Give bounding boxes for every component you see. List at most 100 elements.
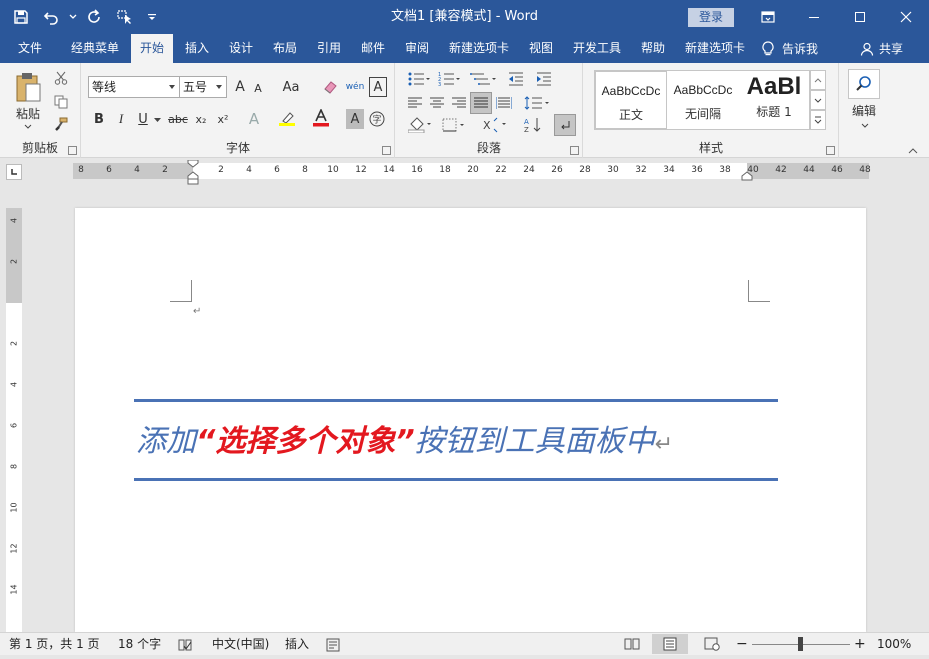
tab-insert[interactable]: 插入 [179, 34, 215, 63]
tab-new-tab-1[interactable]: 新建选项卡 [442, 34, 516, 63]
format-painter-button[interactable] [52, 115, 70, 133]
bold-button[interactable]: B [90, 109, 108, 129]
change-case-button[interactable]: Aa [276, 77, 306, 97]
character-border-button[interactable]: A [369, 77, 387, 97]
page-count[interactable]: 第 1 页，共 1 页 [9, 633, 100, 656]
underline-button[interactable]: U [134, 109, 152, 129]
align-left-button[interactable] [406, 93, 424, 113]
editing-menu-button[interactable]: 编辑 [844, 101, 884, 119]
grow-font-button[interactable]: A [231, 77, 249, 97]
tab-review[interactable]: 审阅 [398, 34, 436, 63]
left-indent-marker[interactable] [187, 171, 199, 185]
borders-button[interactable] [440, 115, 468, 135]
font-name-combo[interactable]: 等线 [88, 76, 180, 98]
highlight-color-button[interactable] [277, 107, 297, 129]
clear-formatting-button[interactable] [320, 77, 340, 97]
strikethrough-button[interactable]: abc [166, 109, 190, 129]
undo-button[interactable] [38, 4, 64, 30]
show-hide-marks-button[interactable] [554, 114, 576, 136]
style-no-spacing[interactable]: AaBbCcDc 无间隔 [667, 71, 739, 129]
increase-indent-button[interactable] [534, 69, 554, 89]
tab-view[interactable]: 视图 [522, 34, 560, 63]
paste-button[interactable]: 粘贴 [8, 69, 48, 131]
style-heading-1[interactable]: AaBl 标题 1 [739, 71, 809, 129]
share-button[interactable]: 共享 [860, 34, 903, 63]
tab-help[interactable]: 帮助 [634, 34, 672, 63]
font-size-combo[interactable]: 五号 [179, 76, 227, 98]
login-button[interactable]: 登录 [688, 8, 734, 27]
enclose-characters-button[interactable]: 字 [368, 109, 386, 129]
tab-file[interactable]: 文件 [6, 34, 54, 63]
maximize-button[interactable] [837, 0, 883, 34]
tab-design[interactable]: 设计 [222, 34, 260, 63]
select-objects-button[interactable] [112, 4, 138, 30]
align-right-button[interactable] [450, 93, 468, 113]
accessibility-status[interactable] [326, 637, 340, 652]
numbering-button[interactable]: 123 [436, 69, 462, 89]
tab-developer[interactable]: 开发工具 [566, 34, 628, 63]
tab-classic-menu[interactable]: 经典菜单 [62, 34, 128, 63]
zoom-in-button[interactable]: + [854, 633, 866, 656]
cut-button[interactable] [52, 69, 70, 87]
subscript-button[interactable]: x₂ [192, 109, 210, 129]
tab-home[interactable]: 开始 [131, 34, 173, 63]
customize-qat-button[interactable] [142, 4, 162, 30]
save-button[interactable] [8, 4, 34, 30]
tab-mailings[interactable]: 邮件 [354, 34, 392, 63]
character-shading-button[interactable]: A [346, 109, 364, 129]
styles-scroll-down[interactable] [810, 90, 826, 110]
decrease-indent-button[interactable] [506, 69, 526, 89]
word-count[interactable]: 18 个字 [118, 633, 161, 656]
first-line-indent-marker[interactable] [187, 160, 199, 168]
tab-references[interactable]: 引用 [310, 34, 348, 63]
superscript-button[interactable]: x² [214, 109, 232, 129]
chinese-layout-button[interactable]: X [480, 115, 510, 135]
tab-selector[interactable] [6, 164, 22, 180]
tab-new-tab-2[interactable]: 新建选项卡 [678, 34, 752, 63]
line-spacing-button[interactable] [522, 93, 552, 113]
styles-more-button[interactable] [810, 110, 826, 130]
shrink-font-button[interactable]: A [250, 79, 266, 97]
justify-button[interactable] [470, 92, 492, 114]
multilevel-list-button[interactable] [468, 69, 498, 89]
document-heading[interactable]: 添加“选择多个对象”按钮到工具面板中↵ [136, 416, 673, 460]
collapse-ribbon-button[interactable] [905, 145, 921, 157]
zoom-level[interactable]: 100% [877, 633, 911, 656]
phonetic-guide-button[interactable]: wén [344, 75, 366, 99]
language-status[interactable]: 中文(中国) [212, 633, 269, 656]
zoom-slider-thumb[interactable] [798, 637, 803, 651]
ribbon-display-options-button[interactable] [745, 0, 791, 34]
align-center-button[interactable] [428, 93, 446, 113]
minimize-button[interactable] [791, 0, 837, 34]
redo-button[interactable] [82, 4, 108, 30]
print-layout-button[interactable] [652, 634, 688, 654]
font-dialog-launcher[interactable] [382, 146, 391, 155]
sort-button[interactable]: AZ [522, 115, 544, 135]
zoom-out-button[interactable]: − [736, 633, 748, 656]
find-button[interactable] [848, 69, 880, 99]
right-indent-marker[interactable] [741, 171, 753, 181]
insert-mode-status[interactable]: 插入 [285, 633, 309, 656]
undo-dropdown[interactable] [68, 4, 78, 30]
shading-button[interactable] [406, 115, 434, 135]
copy-button[interactable] [52, 93, 70, 111]
editing-dropdown[interactable] [860, 121, 870, 129]
paragraph-dialog-launcher[interactable] [570, 146, 579, 155]
read-mode-button[interactable] [624, 636, 640, 652]
close-button[interactable] [883, 0, 929, 34]
styles-scroll-up[interactable] [810, 70, 826, 90]
font-color-button[interactable] [311, 107, 331, 129]
styles-dialog-launcher[interactable] [826, 146, 835, 155]
style-normal[interactable]: AaBbCcDc 正文 [595, 71, 667, 129]
web-layout-button[interactable] [704, 636, 720, 652]
italic-button[interactable]: I [112, 109, 130, 129]
proofing-status[interactable] [178, 637, 192, 651]
distributed-button[interactable] [494, 93, 514, 113]
horizontal-ruler[interactable]: 8 6 4 2 2 4 6 8 10 12 14 16 18 20 22 24 26 28 30 32 34 36 38 40… [73, 160, 871, 185]
tell-me-search[interactable]: 告诉我 [762, 34, 818, 63]
underline-dropdown[interactable] [152, 115, 162, 125]
clipboard-dialog-launcher[interactable] [68, 146, 77, 155]
text-effects-button[interactable]: A [244, 109, 264, 129]
bullets-button[interactable] [406, 69, 432, 89]
tab-layout[interactable]: 布局 [266, 34, 304, 63]
